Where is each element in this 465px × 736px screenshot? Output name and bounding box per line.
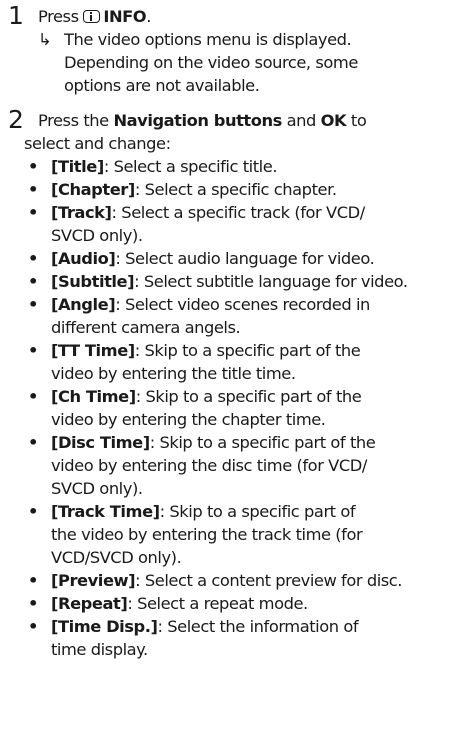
bullet-icon: •	[28, 341, 39, 360]
step-body: Press the Navigation buttons and OK to s…	[24, 109, 457, 661]
option-desc: : Skip to a specific part of the	[149, 433, 376, 452]
option-desc: SVCD only).	[51, 479, 143, 498]
bullet-icon: •	[28, 594, 39, 613]
option-desc: video by entering the title time.	[51, 364, 296, 383]
result-line: options are not available.	[64, 76, 260, 95]
option-desc: video by entering the disc time (for VCD…	[51, 456, 367, 475]
intro-prefix: Press the	[38, 111, 109, 130]
option-desc: the video by entering the track time (fo…	[51, 525, 363, 544]
step-body: Press INFO. ↳ The video options menu is …	[38, 5, 457, 97]
info-icon	[83, 10, 101, 23]
option-desc: : Select a repeat mode.	[127, 594, 308, 613]
option-desc: video by entering the chapter time.	[51, 410, 326, 429]
list-item: • [Preview]: Select a content preview fo…	[24, 569, 457, 592]
press-text: Press	[38, 7, 79, 26]
option-desc: : Skip to a specific part of the	[134, 341, 361, 360]
option-desc: : Select video scenes recorded in	[115, 295, 370, 314]
list-item: • [Chapter]: Select a specific chapter.	[24, 178, 457, 201]
option-desc: : Select the information of	[157, 617, 359, 636]
option-desc: : Select audio language for video.	[115, 249, 375, 268]
bullet-icon: •	[28, 249, 39, 268]
option-desc: : Select a specific title.	[103, 157, 278, 176]
bullet-icon: •	[28, 157, 39, 176]
option-label: [Angle]	[51, 295, 116, 314]
navigation-buttons-label: Navigation buttons	[113, 111, 282, 130]
bullet-icon: •	[28, 433, 39, 452]
option-label: [Title]	[51, 157, 104, 176]
list-item: • [Angle]: Select video scenes recorded …	[24, 293, 457, 339]
step-instruction: Press INFO.	[38, 5, 457, 28]
option-label: [Audio]	[51, 249, 116, 268]
list-item: • [Disc Time]: Skip to a specific part o…	[24, 431, 457, 500]
option-desc: : Select a specific chapter.	[134, 180, 337, 199]
manual-page: { "step1": { "number": "1", "press_text"…	[0, 0, 465, 736]
bullet-icon: •	[28, 203, 39, 222]
list-item: • [Audio]: Select audio language for vid…	[24, 247, 457, 270]
info-button-label: INFO	[103, 7, 147, 26]
option-desc: : Select a content preview for disc.	[135, 571, 403, 590]
intro-and: and	[286, 111, 317, 130]
bullet-icon: •	[28, 502, 39, 521]
list-item: • [Time Disp.]: Select the information o…	[24, 615, 457, 661]
bullet-icon: •	[28, 617, 39, 636]
option-desc: : Skip to a specific part of the	[135, 387, 362, 406]
option-label: [Disc Time]	[51, 433, 150, 452]
bullet-icon: •	[28, 272, 39, 291]
option-desc: : Skip to a specific part of	[159, 502, 356, 521]
step-instruction: Press the Navigation buttons and OK to	[24, 109, 457, 132]
bullet-icon: •	[28, 387, 39, 406]
list-item: • [Subtitle]: Select subtitle language f…	[24, 270, 457, 293]
options-list: • [Title]: Select a specific title. • [C…	[24, 155, 457, 661]
option-label: [Subtitle]	[51, 272, 135, 291]
bullet-icon: •	[28, 571, 39, 590]
option-desc: SVCD only).	[51, 226, 143, 245]
list-item: • [Track Time]: Skip to a specific part …	[24, 500, 457, 569]
option-label: [TT Time]	[51, 341, 135, 360]
result-line: Depending on the video source, some	[64, 53, 358, 72]
bullet-icon: •	[28, 295, 39, 314]
option-label: [Time Disp.]	[51, 617, 158, 636]
list-item: • [Track]: Select a specific track (for …	[24, 201, 457, 247]
option-label: [Track Time]	[51, 502, 160, 521]
list-item: • [Title]: Select a specific title.	[24, 155, 457, 178]
option-label: [Preview]	[51, 571, 136, 590]
list-item: • [Repeat]: Select a repeat mode.	[24, 592, 457, 615]
option-desc: : Select subtitle language for video.	[134, 272, 408, 291]
result-line: The video options menu is displayed.	[64, 30, 352, 49]
list-item: • [Ch Time]: Skip to a specific part of …	[24, 385, 457, 431]
bullet-icon: •	[28, 180, 39, 199]
result-arrow-icon: ↳	[38, 30, 52, 49]
option-label: [Chapter]	[51, 180, 135, 199]
option-desc: : Select a specific track (for VCD/	[111, 203, 366, 222]
step-instruction-cont: select and change:	[24, 134, 171, 153]
step-number: 2	[8, 105, 24, 134]
option-desc: different camera angels.	[51, 318, 241, 337]
step-result: ↳ The video options menu is displayed. D…	[38, 28, 457, 97]
list-item: • [TT Time]: Skip to a specific part of …	[24, 339, 457, 385]
option-label: [Track]	[51, 203, 112, 222]
option-label: [Repeat]	[51, 594, 128, 613]
option-desc: time display.	[51, 640, 148, 659]
ok-button-label: OK	[320, 111, 347, 130]
step-number: 1	[8, 1, 24, 30]
option-label: [Ch Time]	[51, 387, 136, 406]
period: .	[146, 7, 151, 26]
option-desc: VCD/SVCD only).	[51, 548, 182, 567]
intro-suffix: to	[350, 111, 367, 130]
